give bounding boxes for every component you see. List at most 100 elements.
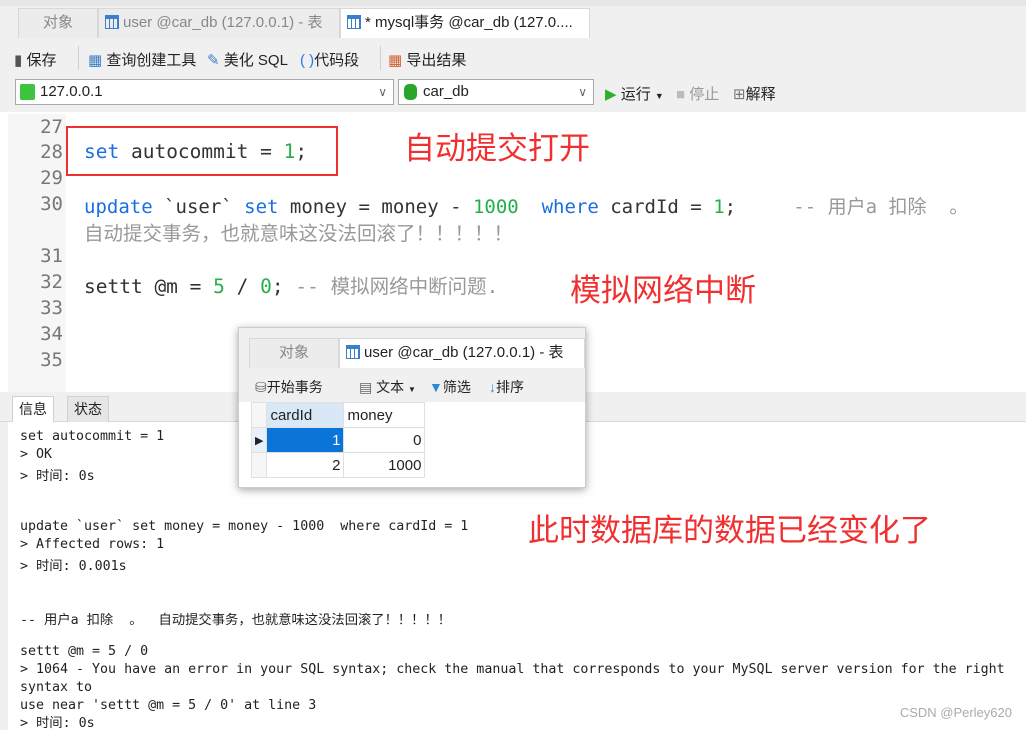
table-row[interactable]: 2 1000 bbox=[250, 452, 426, 478]
parentheses-icon: ( ) bbox=[300, 52, 315, 69]
code-line-32: settt @m = 5 / 0; -- 模拟网络中断问题. bbox=[84, 270, 498, 299]
line-number: 28 bbox=[40, 141, 63, 163]
number: 1000 bbox=[472, 196, 519, 218]
highlight-box bbox=[66, 126, 338, 176]
label: 排序 bbox=[496, 379, 524, 395]
sort-icon: ↓ bbox=[489, 379, 496, 395]
keyword: where bbox=[518, 196, 599, 218]
cell[interactable]: 0 bbox=[343, 427, 426, 453]
stop-button[interactable]: ■ 停止 bbox=[676, 83, 719, 104]
database-select[interactable]: car_db ∨ bbox=[398, 79, 594, 105]
beautify-icon: ✎ bbox=[207, 52, 220, 69]
keyword: set bbox=[244, 196, 279, 218]
code-text: ; bbox=[271, 275, 296, 298]
tab-label: user @car_db (127.0.0.1) - 表 bbox=[364, 344, 564, 361]
filter-button[interactable]: ▼筛选 bbox=[429, 377, 471, 397]
output-line: > Affected rows: 1 bbox=[20, 537, 165, 552]
explain-button[interactable]: ⊞解释 bbox=[733, 83, 776, 104]
label: 停止 bbox=[689, 86, 720, 103]
output-line: -- 用户a 扣除 。 自动提交事务，也就意味这没法回滚了！！！！！ bbox=[20, 613, 452, 628]
tab-bar: 对象 user @car_db (127.0.0.1) - 表 * mysql事… bbox=[0, 0, 1026, 38]
row-header bbox=[250, 402, 268, 428]
output-line: update `user` set money = money - 1000 w… bbox=[20, 519, 469, 534]
column-header-cardid[interactable]: cardId bbox=[266, 402, 345, 428]
current-row-icon: ▶ bbox=[250, 427, 268, 453]
host-value: 127.0.0.1 bbox=[40, 83, 103, 100]
table-icon bbox=[346, 345, 360, 359]
label: 开始事务 bbox=[266, 379, 323, 395]
cell[interactable]: 1000 bbox=[343, 452, 426, 478]
table-row[interactable]: ▶ 1 0 bbox=[250, 427, 426, 453]
query-builder-icon: ▦ bbox=[88, 52, 103, 69]
line-number: 35 bbox=[40, 349, 63, 371]
number: 5 bbox=[213, 275, 225, 298]
label: 文本 bbox=[376, 379, 405, 395]
output-line: set autocommit = 1 bbox=[20, 429, 165, 444]
mysql-connection-icon bbox=[20, 84, 35, 100]
connection-bar: 127.0.0.1 ∨ car_db ∨ ▶ 运行 ▼ ■ 停止 ⊞解释 bbox=[0, 76, 1026, 112]
code-text: cardId = bbox=[598, 196, 714, 218]
table-window-overlay: 对象 user @car_db (127.0.0.1) - 表 ⛁开始事务 ▤ … bbox=[238, 327, 586, 488]
database-value: car_db bbox=[423, 83, 469, 100]
play-icon: ▶ bbox=[605, 86, 617, 103]
annotation-network: 模拟网络中断 bbox=[570, 273, 756, 308]
output-line: use near 'settt @m = 5 / 0' at line 3 bbox=[20, 698, 317, 713]
line-number: 27 bbox=[40, 116, 63, 138]
explain-icon: ⊞ bbox=[733, 86, 746, 103]
line-number: 30 bbox=[40, 193, 63, 215]
output-line: settt @m = 5 / 0 bbox=[20, 644, 149, 659]
divider bbox=[380, 46, 381, 70]
cell[interactable]: 2 bbox=[266, 452, 345, 478]
sort-button[interactable]: ↓排序 bbox=[489, 377, 524, 397]
tab-info[interactable]: 信息 bbox=[12, 396, 54, 422]
filter-icon: ▼ bbox=[429, 379, 443, 395]
beautify-sql-button[interactable]: ✎ 美化 SQL bbox=[207, 49, 288, 70]
save-button[interactable]: ▮ 保存 bbox=[14, 49, 56, 70]
annotation-autocommit: 自动提交打开 bbox=[404, 131, 590, 166]
connection-select[interactable]: 127.0.0.1 ∨ bbox=[15, 79, 394, 105]
tab-mysql-query[interactable]: * mysql事务 @car_db (127.0.... bbox=[340, 8, 590, 38]
code-text: `user` bbox=[152, 196, 245, 218]
table-icon bbox=[105, 15, 119, 29]
text-view-button[interactable]: ▤ 文本 ▼ bbox=[359, 377, 416, 397]
chevron-down-icon: ∨ bbox=[578, 85, 587, 99]
export-results-button[interactable]: ▦ 导出结果 bbox=[388, 49, 466, 70]
comment: -- 模拟网络中断问题. bbox=[295, 275, 499, 298]
label: 美化 SQL bbox=[223, 52, 288, 69]
dropdown-arrow-icon: ▼ bbox=[654, 91, 664, 101]
popup-tabbar: 对象 user @car_db (127.0.0.1) - 表 bbox=[239, 328, 585, 368]
cell[interactable]: 1 bbox=[266, 427, 345, 453]
query-icon bbox=[347, 15, 361, 29]
dropdown-arrow-icon: ▼ bbox=[408, 385, 416, 394]
query-builder-button[interactable]: ▦ 查询创建工具 bbox=[88, 49, 196, 70]
number: 0 bbox=[260, 275, 272, 298]
code-text: settt @m = bbox=[84, 275, 214, 298]
label: 筛选 bbox=[442, 379, 471, 395]
label: 导出结果 bbox=[406, 52, 467, 69]
document-icon: ▤ bbox=[359, 379, 373, 395]
tab-label: user @car_db (127.0.0.1) - 表 bbox=[123, 14, 323, 31]
data-grid: cardId money ▶ 1 0 2 1000 bbox=[250, 402, 426, 478]
number: 1 bbox=[713, 196, 725, 218]
output-line: > OK bbox=[20, 447, 53, 462]
tab-user-table[interactable]: user @car_db (127.0.0.1) - 表 bbox=[98, 8, 340, 38]
line-number: 34 bbox=[40, 323, 63, 345]
output-error-block: settt @m = 5 / 0 > 1064 - You have an er… bbox=[20, 643, 1020, 733]
begin-transaction-button[interactable]: ⛁开始事务 bbox=[255, 377, 323, 397]
column-header-money[interactable]: money bbox=[343, 402, 426, 428]
tab-user-table[interactable]: user @car_db (127.0.0.1) - 表 bbox=[339, 338, 585, 368]
tab-status[interactable]: 状态 bbox=[67, 396, 109, 422]
toolbar: ▮ 保存 ▦ 查询创建工具 ✎ 美化 SQL ( )代码段 ▦ 导出结果 bbox=[0, 38, 1026, 78]
panel-margin bbox=[0, 422, 8, 730]
popup-toolbar: ⛁开始事务 ▤ 文本 ▼ ▼筛选 ↓排序 bbox=[239, 368, 585, 402]
run-button[interactable]: ▶ 运行 ▼ bbox=[605, 83, 664, 104]
code-snippet-button[interactable]: ( )代码段 bbox=[300, 49, 359, 70]
comment: -- 用户a 扣除 。 bbox=[736, 196, 969, 218]
tab-objects[interactable]: 对象 bbox=[249, 338, 339, 368]
transaction-icon: ⛁ bbox=[255, 379, 267, 395]
tab-objects[interactable]: 对象 bbox=[18, 8, 98, 38]
annotation-data-changed: 此时数据库的数据已经变化了 bbox=[528, 513, 931, 548]
label: 运行 bbox=[620, 86, 651, 103]
database-icon bbox=[404, 84, 417, 100]
keyword: update bbox=[84, 196, 153, 218]
